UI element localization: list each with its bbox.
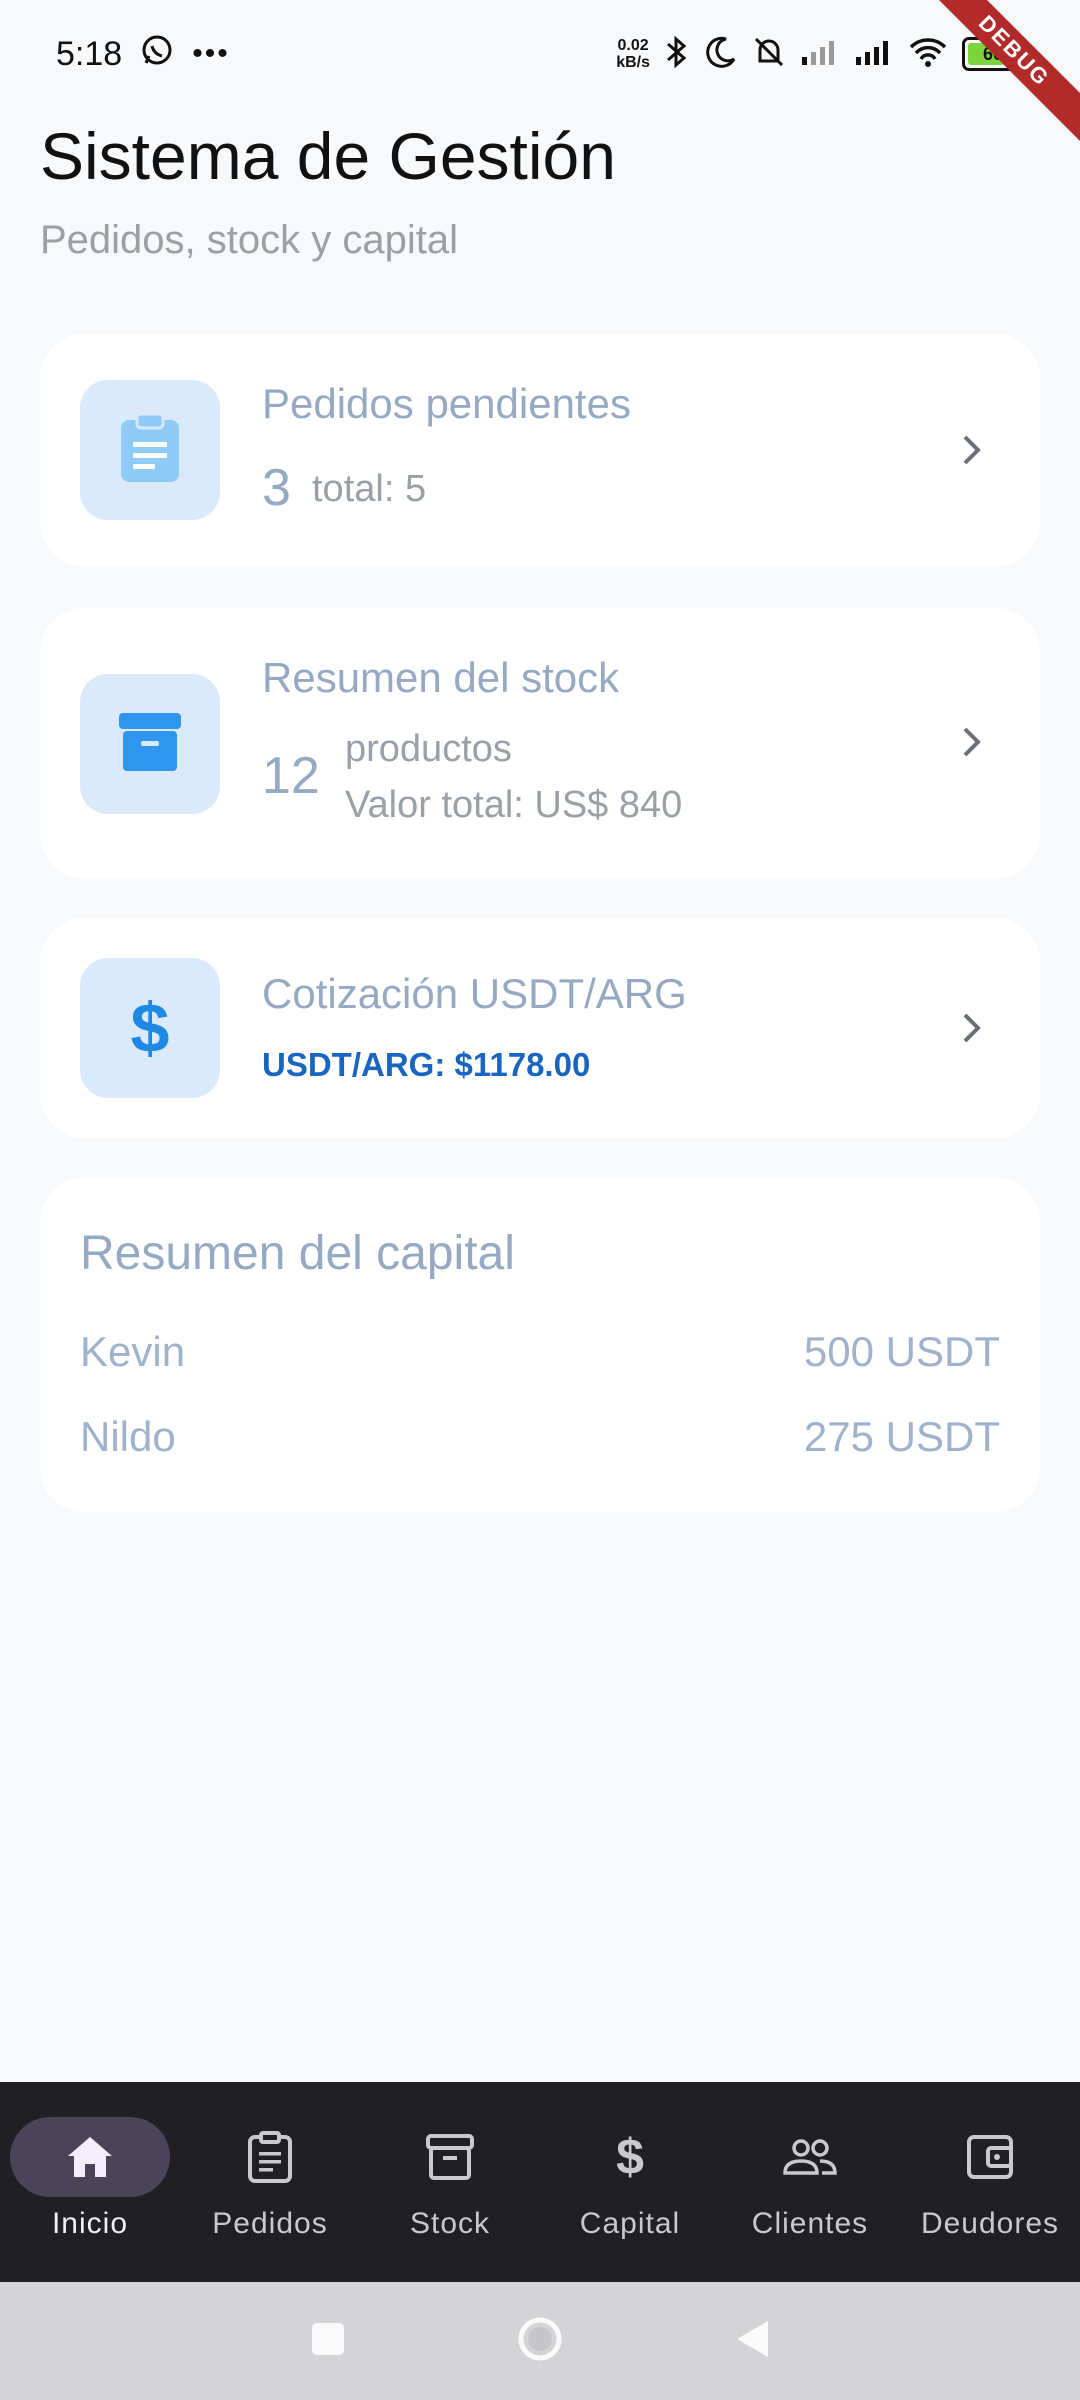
bluetooth-icon bbox=[664, 34, 690, 75]
signal-weak-icon bbox=[800, 37, 840, 72]
capital-row: Kevin 500 USDT bbox=[80, 1328, 1000, 1376]
nav-item-capital[interactable]: $ Capital bbox=[540, 2082, 720, 2282]
home-icon bbox=[60, 2127, 120, 2187]
stock-product-count: 12 bbox=[262, 747, 320, 805]
stock-icon-tile bbox=[80, 674, 220, 814]
capital-amount: 275 USDT bbox=[803, 1413, 1000, 1460]
clipboard-icon bbox=[240, 2127, 300, 2187]
capital-amount: 500 USDT bbox=[803, 1328, 1000, 1375]
resumen-capital-card: Resumen del capital Kevin 500 USDT Nildo… bbox=[40, 1178, 1040, 1512]
cotizacion-icon-tile: $ bbox=[80, 958, 220, 1098]
cotizacion-card-title: Cotización USDT/ARG bbox=[262, 970, 687, 1017]
signal-strong-icon bbox=[854, 37, 894, 72]
nav-item-inicio[interactable]: Inicio bbox=[0, 2082, 180, 2282]
nav-label: Inicio bbox=[51, 2207, 129, 2240]
more-notifications-icon: ••• bbox=[192, 37, 230, 70]
pedidos-total: total: 5 bbox=[312, 468, 427, 510]
system-navigation-bar bbox=[0, 2282, 1080, 2400]
pedidos-icon-tile bbox=[80, 380, 220, 520]
recents-button[interactable] bbox=[310, 2321, 346, 2362]
chevron-right-icon bbox=[952, 722, 992, 762]
whatsapp-icon bbox=[140, 33, 174, 76]
network-speed-unit: kB/s bbox=[616, 54, 650, 71]
resumen-stock-card[interactable]: Resumen del stock 12 productos Valor tot… bbox=[40, 608, 1040, 878]
stock-card-title: Resumen del stock bbox=[262, 654, 620, 701]
home-button[interactable] bbox=[516, 2315, 564, 2368]
nav-label: Deudores bbox=[920, 2207, 1060, 2240]
status-bar: 5:18 ••• 0.02 kB/s 60 bbox=[0, 0, 1080, 141]
nav-label: Capital bbox=[579, 2207, 681, 2240]
archive-box-icon bbox=[420, 2127, 480, 2187]
nav-item-deudores[interactable]: Deudores bbox=[900, 2082, 1080, 2282]
dollar-icon: $ bbox=[130, 989, 170, 1067]
page-subtitle: Pedidos, stock y capital bbox=[40, 218, 458, 262]
pedidos-pendientes-card[interactable]: Pedidos pendientes 3 total: 5 bbox=[40, 334, 1040, 566]
nav-item-clientes[interactable]: Clientes bbox=[720, 2082, 900, 2282]
capital-owner-name: Nildo bbox=[80, 1413, 176, 1460]
nav-label: Pedidos bbox=[212, 2207, 328, 2240]
bottom-navigation: Inicio Pedidos Stock $ Capital Clientes … bbox=[0, 2082, 1080, 2282]
capital-row: Nildo 275 USDT bbox=[80, 1413, 1000, 1461]
chevron-right-icon bbox=[952, 1008, 992, 1048]
back-button[interactable] bbox=[734, 2319, 770, 2364]
people-icon bbox=[780, 2127, 840, 2187]
stock-products-label: productos bbox=[345, 728, 512, 770]
archive-box-icon bbox=[117, 709, 183, 780]
wifi-icon bbox=[908, 36, 948, 73]
network-speed-value: 0.02 bbox=[617, 37, 649, 54]
dollar-icon: $ bbox=[616, 2129, 644, 2185]
clipboard-icon bbox=[117, 412, 183, 489]
nav-item-pedidos[interactable]: Pedidos bbox=[180, 2082, 360, 2282]
status-right: 0.02 kB/s 60 bbox=[616, 34, 1024, 75]
bell-muted-icon bbox=[752, 35, 786, 74]
pedidos-card-title: Pedidos pendientes bbox=[262, 380, 631, 427]
capital-card-title: Resumen del capital bbox=[80, 1227, 515, 1280]
nav-label: Clientes bbox=[751, 2207, 869, 2240]
status-left: 5:18 ••• bbox=[56, 33, 230, 76]
nav-item-stock[interactable]: Stock bbox=[360, 2082, 540, 2282]
stock-total-value: Valor total: US$ 840 bbox=[345, 784, 683, 826]
capital-owner-name: Kevin bbox=[80, 1328, 186, 1375]
network-speed: 0.02 kB/s bbox=[616, 37, 650, 71]
status-time: 5:18 bbox=[56, 34, 123, 73]
chevron-right-icon bbox=[952, 430, 992, 470]
cotizacion-card[interactable]: $ Cotización USDT/ARG USDT/ARG: $1178.00 bbox=[40, 918, 1040, 1138]
nav-label: Stock bbox=[409, 2207, 491, 2240]
usdt-ars-rate: USDT/ARG: $1178.00 bbox=[262, 1046, 591, 1083]
pedidos-pending-count: 3 bbox=[262, 459, 291, 517]
page-title: Sistema de Gestión bbox=[40, 119, 616, 193]
wallet-icon bbox=[960, 2127, 1020, 2187]
moon-icon bbox=[704, 35, 738, 74]
